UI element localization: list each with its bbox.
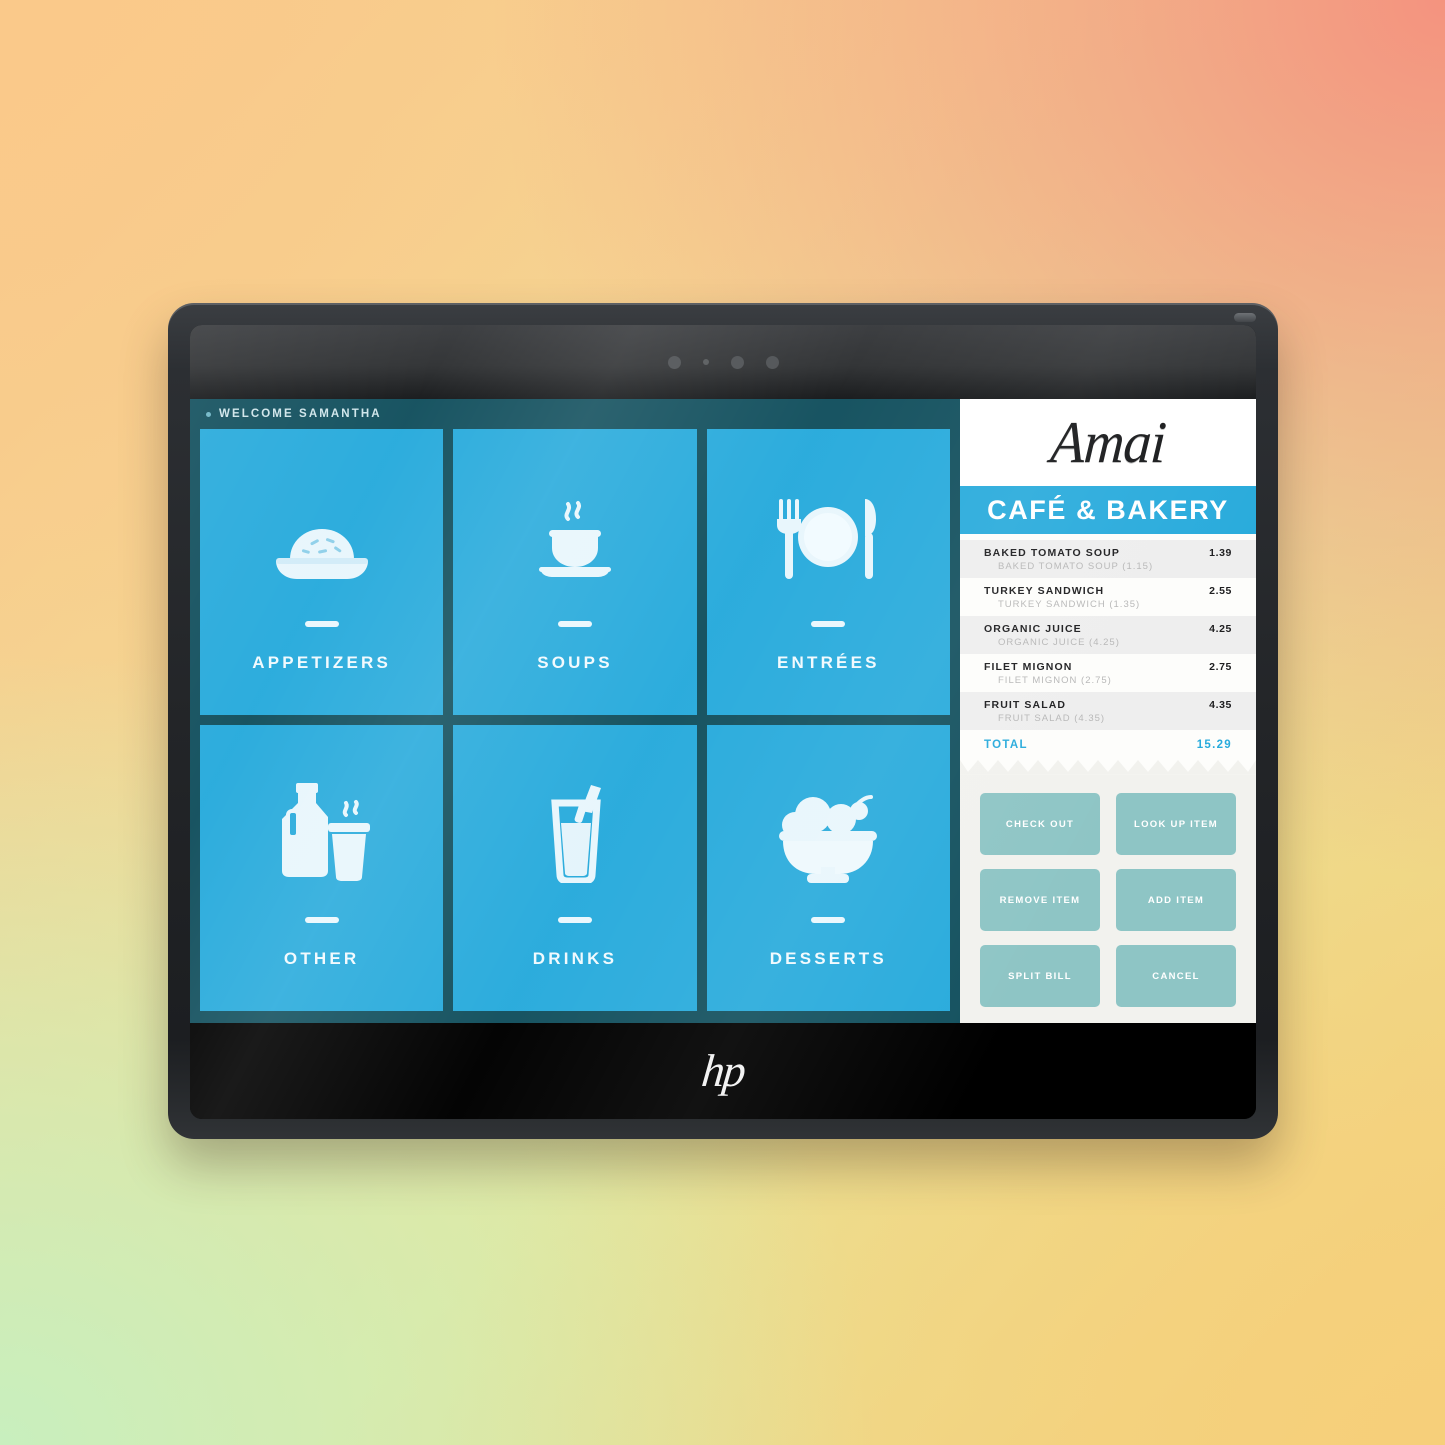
tablet-screen: WELCOME SAMANTHA APPETIZERS SOUPS ENTRÉE… bbox=[190, 325, 1256, 1119]
category-label: DESSERTS bbox=[769, 949, 887, 968]
receipt-row[interactable]: ORGANIC JUICE 4.25 ORGANIC JUICE (4.25) bbox=[960, 616, 1256, 655]
total-label: TOTAL bbox=[984, 739, 1028, 752]
sensor-dot-icon bbox=[702, 359, 709, 365]
item-subline: FRUIT SALAD (4.35) bbox=[998, 713, 1106, 725]
category-tile-drinks[interactable]: DRINKS bbox=[453, 725, 697, 1011]
total-value: 15.29 bbox=[1196, 739, 1232, 752]
category-tile-soups[interactable]: SOUPS bbox=[453, 429, 697, 715]
receipt-row[interactable]: BAKED TOMATO SOUP 1.39 BAKED TOMATO SOUP… bbox=[960, 540, 1256, 579]
brand-logo: Amai bbox=[960, 399, 1256, 487]
ir-sensor-icon bbox=[765, 355, 779, 369]
camera-icon bbox=[667, 355, 681, 369]
status-dot-icon bbox=[206, 411, 211, 417]
top-bezel-sensor-array bbox=[190, 325, 1256, 399]
category-label: OTHER bbox=[283, 949, 360, 968]
category-tile-desserts[interactable]: DESSERTS bbox=[706, 725, 950, 1011]
add-item-button[interactable]: ADD ITEM bbox=[1116, 869, 1236, 931]
soup-cup-icon bbox=[523, 471, 627, 587]
receipt-row[interactable]: FILET MIGNON 2.75 FILET MIGNON (2.75) bbox=[960, 654, 1256, 692]
category-label: DRINKS bbox=[532, 949, 618, 968]
glass-with-straw-icon bbox=[525, 767, 625, 883]
item-price: 4.25 bbox=[1209, 623, 1232, 636]
split-bill-button[interactable]: SPLIT BILL bbox=[980, 945, 1100, 1007]
category-tile-other[interactable]: OTHER bbox=[200, 725, 444, 1011]
look-up-item-button[interactable]: LOOK UP ITEM bbox=[1116, 793, 1236, 855]
tile-divider bbox=[557, 917, 592, 923]
ambient-light-sensor-icon bbox=[730, 355, 744, 369]
category-tile-entrees[interactable]: ENTRÉES bbox=[706, 429, 950, 715]
item-subline: ORGANIC JUICE (4.25) bbox=[998, 637, 1120, 649]
receipt-total-row: TOTAL 15.29 bbox=[960, 730, 1256, 758]
pos-application: WELCOME SAMANTHA APPETIZERS SOUPS ENTRÉE… bbox=[190, 399, 1256, 1023]
receipt-item-list: BAKED TOMATO SOUP 1.39 BAKED TOMATO SOUP… bbox=[960, 534, 1256, 758]
item-name: BAKED TOMATO SOUP bbox=[984, 547, 1120, 560]
category-tile-appetizers[interactable]: APPETIZERS bbox=[200, 429, 444, 715]
item-name: FRUIT SALAD bbox=[984, 699, 1067, 712]
power-indicator bbox=[1234, 313, 1256, 322]
tile-divider bbox=[811, 917, 846, 923]
check-out-button[interactable]: CHECK OUT bbox=[980, 793, 1100, 855]
item-name: TURKEY SANDWICH bbox=[984, 585, 1105, 598]
item-name: FILET MIGNON bbox=[984, 661, 1073, 674]
tile-divider bbox=[304, 917, 339, 923]
item-subline: TURKEY SANDWICH (1.35) bbox=[998, 599, 1141, 611]
welcome-text: WELCOME SAMANTHA bbox=[219, 408, 382, 420]
tile-divider bbox=[557, 621, 592, 627]
item-price: 1.39 bbox=[1209, 547, 1232, 560]
category-grid: APPETIZERS SOUPS ENTRÉES OTHER DRINKS DE… bbox=[200, 429, 950, 1011]
receipt-action-buttons: CHECK OUT LOOK UP ITEM REMOVE ITEM ADD I… bbox=[960, 775, 1256, 1023]
item-subline: FILET MIGNON (2.75) bbox=[998, 675, 1112, 687]
brand-script-name: Amai bbox=[1048, 409, 1168, 476]
tile-divider bbox=[811, 621, 846, 627]
receipt-panel: Amai CAFÉ & BAKERY BAKED TOMATO SOUP 1.3… bbox=[960, 399, 1256, 1023]
brand-subtitle: CAFÉ & BAKERY bbox=[987, 494, 1229, 525]
category-label: SOUPS bbox=[537, 653, 613, 672]
item-subline: BAKED TOMATO SOUP (1.15) bbox=[998, 561, 1154, 573]
cancel-button[interactable]: CANCEL bbox=[1116, 945, 1236, 1007]
category-label: APPETIZERS bbox=[252, 653, 392, 672]
welcome-bar: WELCOME SAMANTHA bbox=[200, 399, 950, 429]
fork-plate-knife-icon bbox=[769, 471, 887, 587]
plate-of-food-icon bbox=[270, 471, 374, 587]
ice-cream-sundae-icon bbox=[769, 767, 887, 883]
hp-logo-icon: hp bbox=[699, 1045, 747, 1096]
milk-jug-and-coffee-cup-icon bbox=[266, 767, 378, 883]
brand-subtitle-bar: CAFÉ & BAKERY bbox=[960, 486, 1256, 535]
item-price: 2.75 bbox=[1209, 661, 1232, 674]
remove-item-button[interactable]: REMOVE ITEM bbox=[980, 869, 1100, 931]
item-price: 2.55 bbox=[1209, 585, 1232, 598]
category-panel: WELCOME SAMANTHA APPETIZERS SOUPS ENTRÉE… bbox=[190, 399, 960, 1023]
torn-paper-edge bbox=[960, 758, 1256, 775]
tile-divider bbox=[304, 621, 339, 627]
receipt-row[interactable]: FRUIT SALAD 4.35 FRUIT SALAD (4.35) bbox=[960, 692, 1256, 731]
device-brand-bar: hp bbox=[190, 1023, 1256, 1119]
hp-pos-tablet: WELCOME SAMANTHA APPETIZERS SOUPS ENTRÉE… bbox=[168, 303, 1278, 1149]
receipt-row[interactable]: TURKEY SANDWICH 2.55 TURKEY SANDWICH (1.… bbox=[960, 578, 1256, 616]
item-price: 4.35 bbox=[1209, 699, 1232, 712]
item-name: ORGANIC JUICE bbox=[984, 623, 1082, 636]
category-label: ENTRÉES bbox=[776, 653, 880, 672]
